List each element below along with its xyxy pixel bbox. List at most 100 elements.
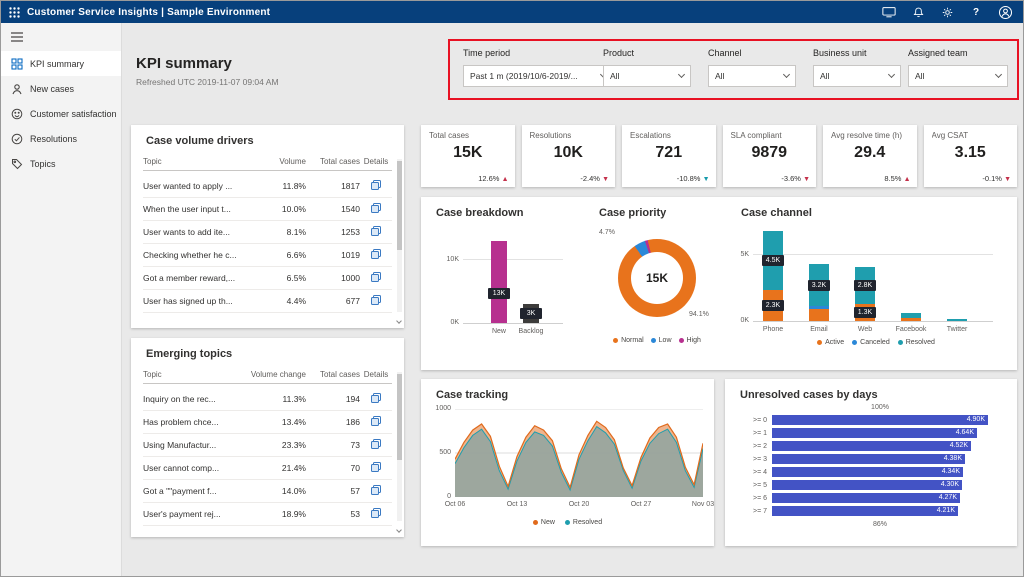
kpi-card-resolutions[interactable]: Resolutions 10K -2.4% ▼ (522, 125, 616, 187)
kpi-title: SLA compliant (731, 131, 813, 140)
chart-title-case-priority: Case priority (599, 207, 666, 219)
scroll-down-icon[interactable] (396, 527, 402, 533)
sidebar: KPI summary New cases Customer satisfact… (1, 23, 122, 576)
hamburger-menu-icon[interactable] (1, 23, 121, 43)
vertical-scrollbar[interactable] (397, 372, 402, 521)
kpi-card-avg-resolve-time[interactable]: Avg resolve time (h) 29.4 8.5% ▲ (823, 125, 917, 187)
bar[interactable]: 4.90K (772, 415, 988, 425)
details-link-icon[interactable] (360, 203, 392, 215)
bar[interactable]: 4.34K (772, 467, 963, 477)
kpi-card-total-cases[interactable]: Total cases 15K 12.6% ▲ (421, 125, 515, 187)
sidebar-item-resolutions[interactable]: Resolutions (1, 126, 121, 151)
legend-item[interactable]: Low (651, 337, 672, 344)
cell-topic: Using Manufactur... (143, 440, 246, 450)
legend-item[interactable]: Resolved (565, 519, 602, 526)
legend-item[interactable]: New (533, 519, 555, 526)
cell-volume: 11.3% (246, 394, 306, 404)
bar-segment-resolved[interactable] (901, 313, 921, 318)
legend-label: Canceled (860, 339, 890, 346)
table-row: User's payment rej...18.9%53 (143, 503, 392, 526)
cell-volume: 10.0% (260, 204, 306, 214)
bar-segment-canceled[interactable] (809, 306, 829, 309)
dropdown-value: All (715, 71, 780, 81)
trend-arrow-icon: ▲ (904, 176, 911, 183)
filter-time-period: Time period Past 1 m (2019/10/6-2019/... (463, 48, 613, 87)
bar[interactable]: 4.52K (772, 441, 971, 451)
details-link-icon[interactable] (360, 508, 392, 520)
bar[interactable]: 4.64K (772, 428, 977, 438)
legend-item[interactable]: Resolved (898, 339, 935, 346)
details-link-icon[interactable] (360, 393, 392, 405)
bar[interactable]: 4.21K (772, 506, 958, 516)
kpi-card-sla-compliant[interactable]: SLA compliant 9879 -3.6% ▼ (723, 125, 817, 187)
column-header-topic[interactable]: Topic (143, 157, 260, 166)
column-header-volume[interactable]: Volume (260, 157, 306, 166)
legend-label: Active (825, 339, 844, 346)
user-avatar-icon[interactable] (997, 4, 1013, 20)
column-header-volume-change[interactable]: Volume change (246, 370, 306, 379)
bar-row: >= 54.30K (737, 480, 988, 490)
sidebar-item-new-cases[interactable]: New cases (1, 76, 121, 101)
table-row: Checking whether he c...6.6%1019 (143, 244, 392, 267)
bar[interactable]: 4.27K (772, 493, 960, 503)
details-link-icon[interactable] (360, 272, 392, 284)
trend-arrow-icon: ▼ (1004, 176, 1011, 183)
scroll-down-icon[interactable] (396, 318, 402, 324)
kpi-delta-value: 12.6% (478, 174, 499, 183)
gear-icon[interactable] (939, 4, 955, 20)
bar-value-label: 2.3K (762, 300, 784, 311)
details-link-icon[interactable] (360, 416, 392, 428)
details-link-icon[interactable] (360, 249, 392, 261)
legend-item[interactable]: Normal (613, 337, 644, 344)
bar-segment-active[interactable] (809, 309, 829, 321)
y-axis-label: 5K (727, 251, 749, 258)
column-header-total-cases[interactable]: Total cases (306, 157, 360, 166)
details-link-icon[interactable] (360, 226, 392, 238)
assigned-team-dropdown[interactable]: All (908, 65, 1008, 87)
cast-screen-icon[interactable] (881, 4, 897, 20)
bar-segment-resolved[interactable] (947, 319, 967, 321)
bar-segment-active[interactable] (901, 318, 921, 321)
bar-value-label: 4.27K (939, 493, 957, 503)
column-header-total-cases[interactable]: Total cases (306, 370, 360, 379)
column-header-details[interactable]: Details (360, 157, 392, 166)
legend-item[interactable]: Canceled (852, 339, 890, 346)
kpi-card-avg-csat[interactable]: Avg CSAT 3.15 -0.1% ▼ (924, 125, 1018, 187)
table-row: User cannot comp...21.4%70 (143, 457, 392, 480)
case-volume-drivers-card: Case volume drivers Topic Volume Total c… (131, 125, 404, 328)
column-header-topic[interactable]: Topic (143, 370, 246, 379)
details-link-icon[interactable] (360, 295, 392, 307)
business-unit-dropdown[interactable]: All (813, 65, 901, 87)
sidebar-item-label: Topics (30, 159, 56, 169)
details-link-icon[interactable] (360, 462, 392, 474)
y-axis-label: 0K (727, 317, 749, 324)
bar-new[interactable] (491, 241, 507, 323)
scrollbar-thumb[interactable] (397, 374, 402, 460)
case-priority-donut[interactable]: 15K (618, 239, 696, 317)
waffle-icon[interactable] (1, 1, 27, 23)
scrollbar-thumb[interactable] (397, 161, 402, 250)
sidebar-item-customer-satisfaction[interactable]: Customer satisfaction (1, 101, 121, 126)
details-link-icon[interactable] (360, 180, 392, 192)
bar[interactable]: 4.30K (772, 480, 962, 490)
time-period-dropdown[interactable]: Past 1 m (2019/10/6-2019/... (463, 65, 613, 87)
bell-icon[interactable] (910, 4, 926, 20)
case-channel-legend: Active Canceled Resolved (751, 339, 1001, 346)
details-link-icon[interactable] (360, 485, 392, 497)
help-icon[interactable]: ? (968, 4, 984, 20)
kpi-card-escalations[interactable]: Escalations 721 -10.8% ▼ (622, 125, 716, 187)
column-header-details[interactable]: Details (360, 370, 392, 379)
channel-dropdown[interactable]: All (708, 65, 796, 87)
sidebar-item-topics[interactable]: Topics (1, 151, 121, 176)
vertical-scrollbar[interactable] (397, 159, 402, 312)
details-link-icon[interactable] (360, 439, 392, 451)
category-label: >= 3 (737, 456, 767, 463)
legend-item[interactable]: Active (817, 339, 844, 346)
bar[interactable]: 4.38K (772, 454, 965, 464)
case-tracking-area-chart[interactable] (455, 409, 703, 497)
legend-item[interactable]: High (679, 337, 701, 344)
cell-total-cases: 70 (306, 463, 360, 473)
product-dropdown[interactable]: All (603, 65, 691, 87)
table-row: Got a ""payment f...14.0%57 (143, 480, 392, 503)
sidebar-item-kpi-summary[interactable]: KPI summary (1, 51, 121, 76)
